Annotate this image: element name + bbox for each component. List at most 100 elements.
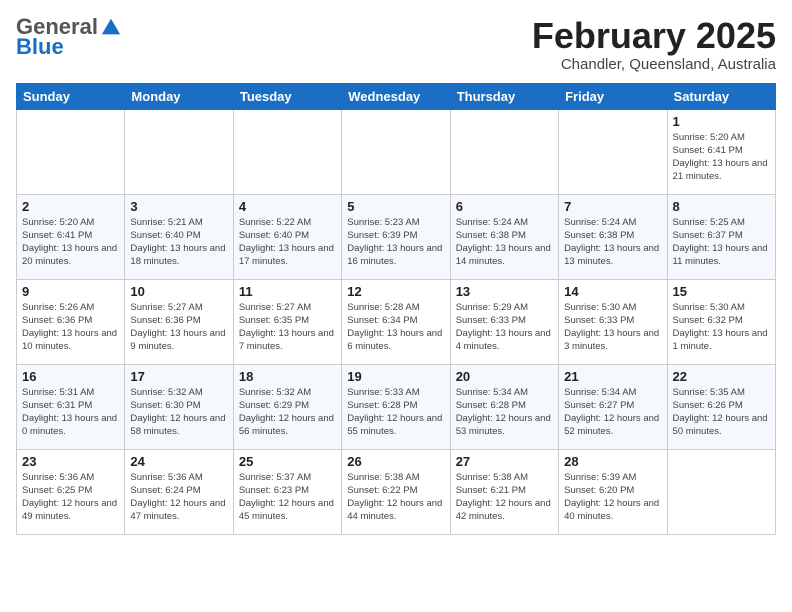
- calendar-table: SundayMondayTuesdayWednesdayThursdayFrid…: [16, 83, 776, 535]
- day-info: Sunrise: 5:27 AM Sunset: 6:36 PM Dayligh…: [130, 301, 227, 354]
- day-number: 4: [239, 199, 336, 214]
- day-info: Sunrise: 5:31 AM Sunset: 6:31 PM Dayligh…: [22, 386, 119, 439]
- month-title: February 2025: [532, 16, 776, 56]
- weekday-header-sunday: Sunday: [17, 83, 125, 109]
- day-info: Sunrise: 5:23 AM Sunset: 6:39 PM Dayligh…: [347, 216, 444, 269]
- day-number: 19: [347, 369, 444, 384]
- weekday-header-friday: Friday: [559, 83, 667, 109]
- day-number: 8: [673, 199, 770, 214]
- day-number: 25: [239, 454, 336, 469]
- day-number: 20: [456, 369, 553, 384]
- calendar-cell: 8 Sunrise: 5:25 AM Sunset: 6:37 PM Daylig…: [667, 194, 775, 279]
- calendar-cell: [450, 109, 558, 194]
- day-info: Sunrise: 5:36 AM Sunset: 6:24 PM Dayligh…: [130, 471, 227, 524]
- calendar-cell: [125, 109, 233, 194]
- weekday-header-thursday: Thursday: [450, 83, 558, 109]
- day-number: 12: [347, 284, 444, 299]
- day-number: 3: [130, 199, 227, 214]
- calendar-cell: 4 Sunrise: 5:22 AM Sunset: 6:40 PM Daylig…: [233, 194, 341, 279]
- calendar-cell: [233, 109, 341, 194]
- calendar-cell: 24 Sunrise: 5:36 AM Sunset: 6:24 PM Dayli…: [125, 449, 233, 534]
- calendar-cell: 10 Sunrise: 5:27 AM Sunset: 6:36 PM Dayli…: [125, 279, 233, 364]
- day-info: Sunrise: 5:24 AM Sunset: 6:38 PM Dayligh…: [564, 216, 661, 269]
- day-number: 1: [673, 114, 770, 129]
- weekday-header-row: SundayMondayTuesdayWednesdayThursdayFrid…: [17, 83, 776, 109]
- day-number: 24: [130, 454, 227, 469]
- day-number: 28: [564, 454, 661, 469]
- logo-icon: [100, 16, 122, 38]
- calendar-cell: 5 Sunrise: 5:23 AM Sunset: 6:39 PM Daylig…: [342, 194, 450, 279]
- location-subtitle: Chandler, Queensland, Australia: [532, 56, 776, 73]
- calendar-week-row: 2 Sunrise: 5:20 AM Sunset: 6:41 PM Daylig…: [17, 194, 776, 279]
- calendar-week-row: 16 Sunrise: 5:31 AM Sunset: 6:31 PM Dayli…: [17, 364, 776, 449]
- day-number: 17: [130, 369, 227, 384]
- calendar-cell: [342, 109, 450, 194]
- calendar-cell: 13 Sunrise: 5:29 AM Sunset: 6:33 PM Dayli…: [450, 279, 558, 364]
- calendar-week-row: 1Sunrise: 5:20 AM Sunset: 6:41 PM Daylig…: [17, 109, 776, 194]
- day-info: Sunrise: 5:36 AM Sunset: 6:25 PM Dayligh…: [22, 471, 119, 524]
- day-info: Sunrise: 5:20 AM Sunset: 6:41 PM Dayligh…: [22, 216, 119, 269]
- calendar-cell: 1Sunrise: 5:20 AM Sunset: 6:41 PM Daylig…: [667, 109, 775, 194]
- calendar-cell: 19 Sunrise: 5:33 AM Sunset: 6:28 PM Dayli…: [342, 364, 450, 449]
- day-info: Sunrise: 5:33 AM Sunset: 6:28 PM Dayligh…: [347, 386, 444, 439]
- weekday-header-monday: Monday: [125, 83, 233, 109]
- day-number: 15: [673, 284, 770, 299]
- calendar-cell: [17, 109, 125, 194]
- day-number: 22: [673, 369, 770, 384]
- day-info: Sunrise: 5:26 AM Sunset: 6:36 PM Dayligh…: [22, 301, 119, 354]
- day-info: Sunrise: 5:30 AM Sunset: 6:32 PM Dayligh…: [673, 301, 770, 354]
- day-info: Sunrise: 5:37 AM Sunset: 6:23 PM Dayligh…: [239, 471, 336, 524]
- weekday-header-wednesday: Wednesday: [342, 83, 450, 109]
- calendar-cell: 17Sunrise: 5:32 AM Sunset: 6:30 PM Dayli…: [125, 364, 233, 449]
- day-number: 9: [22, 284, 119, 299]
- day-number: 18: [239, 369, 336, 384]
- day-info: Sunrise: 5:35 AM Sunset: 6:26 PM Dayligh…: [673, 386, 770, 439]
- day-info: Sunrise: 5:24 AM Sunset: 6:38 PM Dayligh…: [456, 216, 553, 269]
- calendar-cell: 3 Sunrise: 5:21 AM Sunset: 6:40 PM Daylig…: [125, 194, 233, 279]
- day-info: Sunrise: 5:27 AM Sunset: 6:35 PM Dayligh…: [239, 301, 336, 354]
- day-number: 16: [22, 369, 119, 384]
- day-number: 14: [564, 284, 661, 299]
- day-number: 21: [564, 369, 661, 384]
- calendar-cell: 16 Sunrise: 5:31 AM Sunset: 6:31 PM Dayli…: [17, 364, 125, 449]
- logo: General Blue: [16, 16, 122, 60]
- day-number: 7: [564, 199, 661, 214]
- day-number: 13: [456, 284, 553, 299]
- day-info: Sunrise: 5:32 AM Sunset: 6:29 PM Dayligh…: [239, 386, 336, 439]
- day-info: Sunrise: 5:28 AM Sunset: 6:34 PM Dayligh…: [347, 301, 444, 354]
- day-number: 2: [22, 199, 119, 214]
- weekday-header-tuesday: Tuesday: [233, 83, 341, 109]
- calendar-cell: 28 Sunrise: 5:39 AM Sunset: 6:20 PM Dayli…: [559, 449, 667, 534]
- day-number: 11: [239, 284, 336, 299]
- title-block: February 2025 Chandler, Queensland, Aust…: [532, 16, 776, 73]
- day-number: 23: [22, 454, 119, 469]
- day-info: Sunrise: 5:21 AM Sunset: 6:40 PM Dayligh…: [130, 216, 227, 269]
- day-info: Sunrise: 5:34 AM Sunset: 6:28 PM Dayligh…: [456, 386, 553, 439]
- calendar-cell: 18 Sunrise: 5:32 AM Sunset: 6:29 PM Dayli…: [233, 364, 341, 449]
- calendar-cell: 23 Sunrise: 5:36 AM Sunset: 6:25 PM Dayli…: [17, 449, 125, 534]
- page-header: General Blue February 2025 Chandler, Que…: [16, 16, 776, 73]
- day-number: 6: [456, 199, 553, 214]
- calendar-cell: 22 Sunrise: 5:35 AM Sunset: 6:26 PM Dayli…: [667, 364, 775, 449]
- day-info: Sunrise: 5:22 AM Sunset: 6:40 PM Dayligh…: [239, 216, 336, 269]
- calendar-week-row: 9 Sunrise: 5:26 AM Sunset: 6:36 PM Daylig…: [17, 279, 776, 364]
- calendar-cell: 15 Sunrise: 5:30 AM Sunset: 6:32 PM Dayli…: [667, 279, 775, 364]
- day-info: Sunrise: 5:29 AM Sunset: 6:33 PM Dayligh…: [456, 301, 553, 354]
- calendar-week-row: 23 Sunrise: 5:36 AM Sunset: 6:25 PM Dayli…: [17, 449, 776, 534]
- weekday-header-saturday: Saturday: [667, 83, 775, 109]
- calendar-cell: 2 Sunrise: 5:20 AM Sunset: 6:41 PM Daylig…: [17, 194, 125, 279]
- calendar-cell: 26Sunrise: 5:38 AM Sunset: 6:22 PM Dayli…: [342, 449, 450, 534]
- calendar-cell: 11 Sunrise: 5:27 AM Sunset: 6:35 PM Dayli…: [233, 279, 341, 364]
- day-number: 10: [130, 284, 227, 299]
- calendar-cell: 14Sunrise: 5:30 AM Sunset: 6:33 PM Dayli…: [559, 279, 667, 364]
- day-info: Sunrise: 5:39 AM Sunset: 6:20 PM Dayligh…: [564, 471, 661, 524]
- calendar-cell: 25 Sunrise: 5:37 AM Sunset: 6:23 PM Dayli…: [233, 449, 341, 534]
- calendar-cell: 21Sunrise: 5:34 AM Sunset: 6:27 PM Dayli…: [559, 364, 667, 449]
- calendar-cell: 12 Sunrise: 5:28 AM Sunset: 6:34 PM Dayli…: [342, 279, 450, 364]
- day-number: 26: [347, 454, 444, 469]
- day-number: 27: [456, 454, 553, 469]
- day-number: 5: [347, 199, 444, 214]
- calendar-cell: [559, 109, 667, 194]
- day-info: Sunrise: 5:25 AM Sunset: 6:37 PM Dayligh…: [673, 216, 770, 269]
- calendar-cell: [667, 449, 775, 534]
